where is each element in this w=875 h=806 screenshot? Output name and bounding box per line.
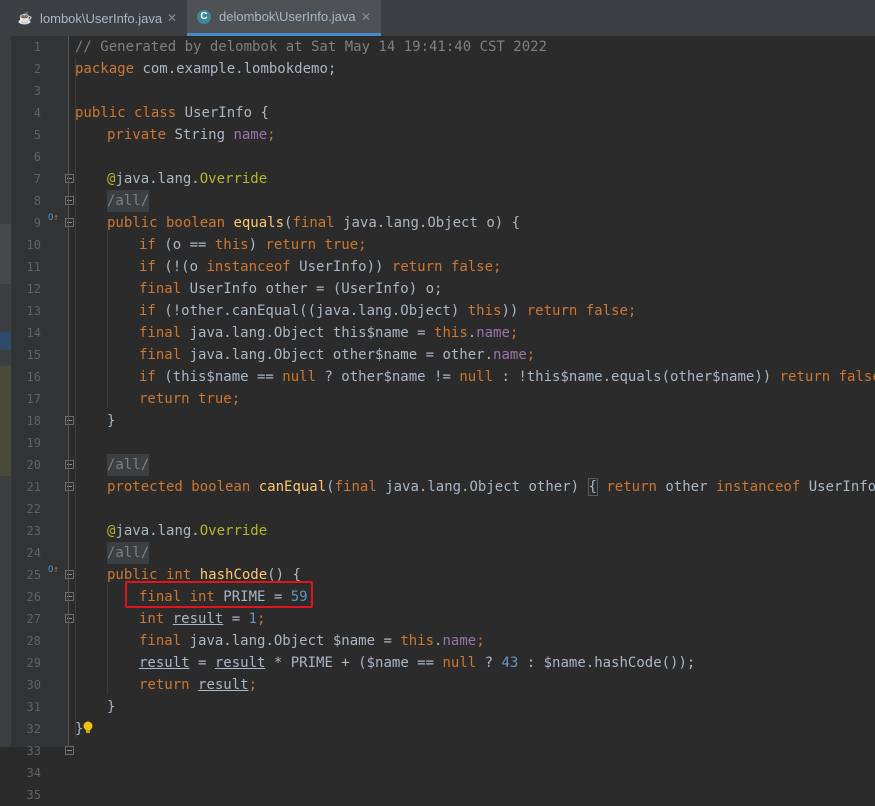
code-line-16: if (this$name == null ? other$name != nu… bbox=[139, 369, 875, 385]
close-icon[interactable]: ✕ bbox=[361, 10, 371, 24]
line-number: 9 bbox=[33, 216, 41, 230]
line-number: 25 bbox=[26, 568, 41, 582]
line-number: 21 bbox=[26, 480, 41, 494]
left-tool-strip bbox=[0, 36, 11, 747]
line-number: 29 bbox=[26, 656, 41, 670]
code-line-18: } bbox=[107, 413, 116, 429]
line-number: 14 bbox=[26, 326, 41, 340]
line-number: 10 bbox=[26, 238, 41, 252]
line-number: 35 bbox=[26, 788, 41, 802]
code-editor[interactable]: // Generated by delombok at Sat May 14 1… bbox=[69, 36, 875, 747]
code-line-15: final java.lang.Object other$name = othe… bbox=[139, 347, 536, 363]
line-number: 2 bbox=[33, 62, 41, 76]
line-number: 33 bbox=[26, 744, 41, 758]
line-number: 26 bbox=[26, 590, 41, 604]
code-line-5: private String name; bbox=[107, 127, 276, 143]
line-number: 30 bbox=[26, 678, 41, 692]
line-number: 20 bbox=[26, 458, 41, 472]
line-number: 22 bbox=[26, 502, 41, 516]
code-line-26: /all/ bbox=[107, 542, 150, 564]
line-number: 7 bbox=[33, 172, 41, 186]
code-line-13: if (!other.canEqual((java.lang.Object) t… bbox=[139, 303, 637, 319]
code-line-14: final java.lang.Object this$name = this.… bbox=[139, 325, 519, 341]
code-line-21: protected boolean canEqual(final java.la… bbox=[107, 478, 875, 496]
line-number: 8 bbox=[33, 194, 41, 208]
code-line-1: // Generated by delombok at Sat May 14 1… bbox=[75, 39, 548, 55]
line-number: 12 bbox=[26, 282, 41, 296]
line-number: 19 bbox=[26, 436, 41, 450]
code-line-33: } bbox=[107, 699, 116, 715]
line-number: 27 bbox=[26, 612, 41, 626]
line-number: 32 bbox=[26, 722, 41, 736]
fold-toggle-icon[interactable] bbox=[65, 746, 74, 755]
line-number: 18 bbox=[26, 414, 41, 428]
code-line-32: return result; bbox=[139, 677, 258, 693]
close-icon[interactable]: ✕ bbox=[167, 11, 177, 25]
code-line-4: public class UserInfo { bbox=[75, 105, 269, 121]
code-line-9: public boolean equals(final java.lang.Ob… bbox=[107, 215, 521, 231]
lightbulb-icon[interactable] bbox=[82, 721, 94, 734]
code-line-10: if (o == this) return true; bbox=[139, 237, 367, 253]
line-number: 11 bbox=[26, 260, 41, 274]
line-number: 3 bbox=[33, 84, 41, 98]
line-number: 23 bbox=[26, 524, 41, 538]
line-number: 16 bbox=[26, 370, 41, 384]
code-line-2: package com.example.lombokdemo; bbox=[75, 61, 337, 77]
code-line-30: final java.lang.Object $name = this.name… bbox=[139, 633, 485, 649]
line-number: 31 bbox=[26, 700, 41, 714]
code-line-8: /all/ bbox=[107, 190, 150, 212]
line-number: 34 bbox=[26, 766, 41, 780]
line-number: 13 bbox=[26, 304, 41, 318]
line-number: 6 bbox=[33, 150, 41, 164]
code-line-20: /all/ bbox=[107, 454, 150, 476]
highlight-box bbox=[125, 581, 313, 608]
line-number: 15 bbox=[26, 348, 41, 362]
line-number: 4 bbox=[33, 106, 41, 120]
class-file-icon: C bbox=[197, 9, 211, 24]
code-line-29: int result = 1; bbox=[139, 611, 266, 627]
line-number: 5 bbox=[33, 128, 41, 142]
editor-gutter: O↑ O↑ 1 2 3 4 5 6 7 8 9 10 11 12 13 14 15 16 17 18 19 20 21 2… bbox=[11, 36, 74, 802]
code-line-31: result = result * PRIME + ($name == null… bbox=[139, 655, 696, 671]
code-line-17: return true; bbox=[139, 391, 241, 407]
line-number: 24 bbox=[26, 546, 41, 560]
code-line-11: if (!(o instanceof UserInfo)) return fal… bbox=[139, 259, 502, 275]
line-number: 17 bbox=[26, 392, 41, 406]
line-number: 1 bbox=[33, 40, 41, 54]
overriding-method-marker[interactable]: O↑ bbox=[48, 564, 62, 576]
tab-label: delombok\UserInfo.java bbox=[219, 9, 356, 24]
overriding-method-marker[interactable]: O↑ bbox=[48, 212, 62, 224]
tab-delombok-userinfo[interactable]: C delombok\UserInfo.java ✕ bbox=[187, 0, 381, 36]
code-line-7: @java.lang.Override bbox=[107, 171, 268, 187]
tab-label: lombok\UserInfo.java bbox=[40, 10, 163, 26]
java-file-icon: ☕ bbox=[17, 11, 33, 25]
tab-lombok-userinfo[interactable]: ☕ lombok\UserInfo.java ✕ bbox=[0, 0, 187, 36]
code-line-12: final UserInfo other = (UserInfo) o; bbox=[139, 281, 443, 297]
editor-tab-bar: ☕ lombok\UserInfo.java ✕ C delombok\User… bbox=[0, 0, 875, 37]
code-line-25: @java.lang.Override bbox=[107, 523, 268, 539]
line-number: 28 bbox=[26, 634, 41, 648]
